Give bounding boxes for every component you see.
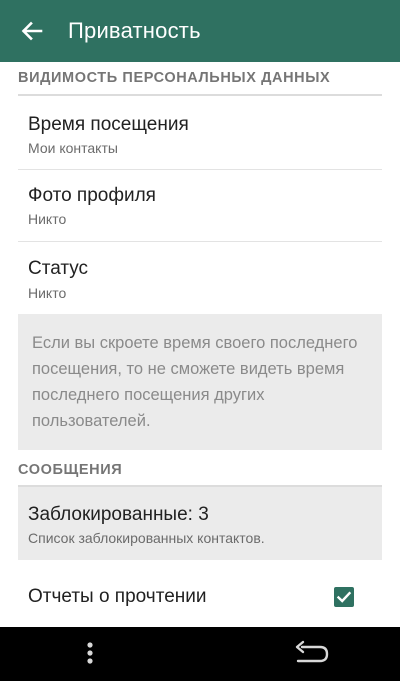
blocked-contacts-title: Заблокированные: 3: [28, 504, 209, 525]
last-seen-info-text: Если вы скроете время своего последнего …: [32, 334, 358, 430]
overflow-menu-button[interactable]: [80, 639, 100, 669]
section-divider: [18, 94, 382, 96]
read-receipts-title: Отчеты о прочтении: [28, 586, 207, 607]
blocked-contacts-setting[interactable]: Заблокированные: 3 Список заблокированны…: [0, 487, 400, 560]
arrow-left-icon: [21, 21, 43, 41]
status-title: Статус: [28, 258, 89, 279]
section-header-personal-data: ВИДИМОСТЬ ПЕРСОНАЛЬНЫХ ДАННЫХ: [18, 70, 331, 86]
status-summary: Никто: [28, 285, 67, 301]
blocked-contacts-summary: Список заблокированных контактов.: [28, 530, 265, 546]
system-back-button[interactable]: [290, 640, 332, 668]
last-seen-info-box: Если вы скроете время своего последнего …: [18, 314, 382, 450]
nav-back-icon: [295, 640, 329, 663]
last-seen-summary: Мои контакты: [28, 140, 118, 156]
last-seen-title: Время посещения: [28, 114, 189, 135]
section-header-messages: СООБЩЕНИЯ: [18, 462, 123, 478]
back-button[interactable]: [18, 17, 46, 45]
profile-photo-summary: Никто: [28, 211, 67, 227]
privacy-screen: Приватность ВИДИМОСТЬ ПЕРСОНАЛЬНЫХ ДАННЫ…: [0, 0, 400, 627]
status-setting[interactable]: Статус Никто: [0, 242, 400, 312]
toolbar: Приватность: [0, 0, 400, 62]
profile-photo-setting[interactable]: Фото профиля Никто: [0, 170, 400, 242]
read-receipts-checkbox[interactable]: [334, 587, 354, 607]
checkmark-icon: [336, 591, 352, 603]
page-title: Приватность: [68, 18, 201, 43]
last-seen-setting[interactable]: Время посещения Мои контакты: [0, 97, 400, 169]
more-vertical-icon: [87, 642, 93, 664]
profile-photo-title: Фото профиля: [28, 185, 156, 206]
system-navigation-bar: [0, 627, 400, 681]
